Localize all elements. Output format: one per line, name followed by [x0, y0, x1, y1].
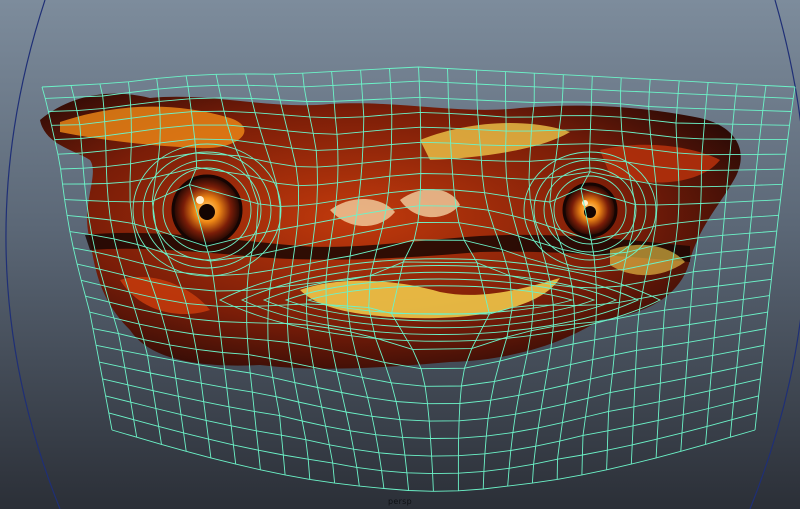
camera-arc-left — [5, 0, 61, 509]
right-eye-highlight — [582, 200, 588, 206]
maya-viewport[interactable]: persp — [0, 0, 800, 509]
camera-arc-right — [749, 0, 800, 509]
mesh-edge-row — [102, 378, 761, 439]
mesh-edge-row — [105, 395, 759, 457]
left-eye-highlight — [196, 196, 204, 204]
scene-canvas[interactable] — [0, 0, 800, 509]
camera-label: persp — [387, 497, 413, 506]
left-pupil — [199, 204, 215, 220]
mesh-edge-row — [99, 361, 763, 422]
mesh-edge-column — [754, 86, 796, 431]
